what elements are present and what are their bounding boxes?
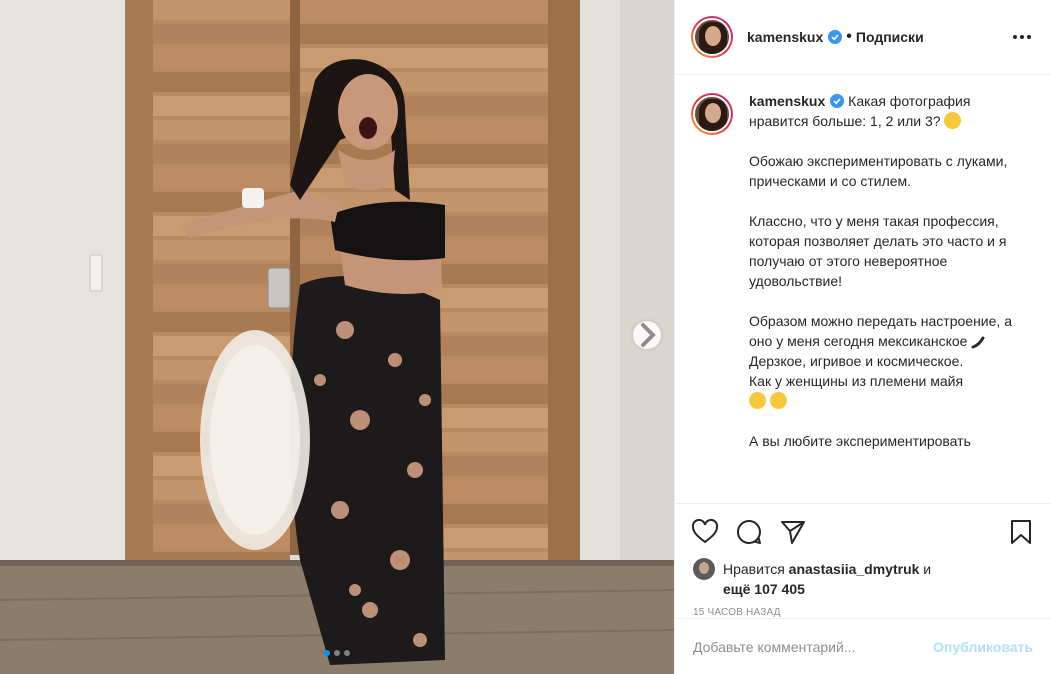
chili-pepper-emoji [971, 334, 985, 351]
liker-avatar[interactable] [693, 558, 715, 580]
likes-and: и [923, 561, 932, 577]
caption-avatar[interactable] [691, 93, 733, 135]
post-image [0, 0, 674, 674]
carousel-indicator [0, 650, 674, 656]
publish-button[interactable]: Опубликовать [933, 639, 1033, 655]
carousel-dot [324, 650, 330, 656]
caption-line: Как у женщины из племени майя [749, 373, 964, 389]
avatar-image [693, 18, 731, 56]
verified-badge-icon [828, 30, 843, 44]
tears-of-joy-emoji [769, 392, 787, 409]
more-options-icon[interactable] [1009, 31, 1035, 43]
caption-username[interactable]: kamenskux [749, 93, 825, 109]
post-timestamp[interactable]: 15 часов назад [675, 599, 1051, 618]
next-photo-button[interactable] [633, 321, 661, 349]
follow-separator: • [846, 28, 852, 45]
liker-username[interactable]: anastasiia_dmytruk [789, 561, 920, 577]
username-text[interactable]: kamenskux [747, 29, 823, 45]
following-button[interactable]: Подписки [856, 29, 924, 45]
post-caption: kamenskux Какая фотография нравится боль… [675, 75, 1051, 503]
carousel-dot [334, 650, 340, 656]
comment-input[interactable] [693, 638, 934, 655]
likes-prefix: Нравится [723, 561, 785, 577]
chevron-right-icon [641, 323, 656, 347]
author-avatar[interactable] [691, 16, 733, 58]
verified-badge-icon [830, 94, 845, 108]
winking-face-emoji [749, 392, 766, 409]
bookmark-icon[interactable] [1007, 518, 1035, 546]
author-username[interactable]: kamenskux [747, 29, 843, 45]
avatar-image [693, 95, 731, 133]
comment-bar: Опубликовать [675, 618, 1051, 674]
likes-more-prefix: ещё [723, 581, 751, 597]
comment-icon[interactable] [735, 518, 763, 546]
caption-paragraph-truncated: А вы любите экспериментировать [749, 433, 971, 449]
heart-icon[interactable] [691, 518, 719, 546]
caption-paragraph: Классно, что у меня такая профессия, кот… [749, 213, 1007, 289]
caption-paragraph: Обожаю экспериментировать с луками, прич… [749, 153, 1008, 189]
carousel-dot [344, 650, 350, 656]
caption-line: Дерзкое, игривое и космическое. [749, 353, 964, 369]
thinking-face-emoji [944, 112, 962, 129]
likes-count-link[interactable]: ещё 107 405 [723, 581, 805, 597]
post-details-panel: kamenskux • Подписки kamenskux Какая фот… [674, 0, 1051, 674]
send-icon[interactable] [779, 518, 807, 546]
likes-count: 107 405 [754, 581, 805, 597]
caption-text: kamenskux Какая фотография нравится боль… [749, 91, 1021, 503]
post-photo[interactable] [0, 0, 674, 674]
post-header: kamenskux • Подписки [675, 0, 1051, 75]
likes-summary: Нравится anastasiia_dmytruk и ещё 107 40… [675, 558, 1051, 599]
post-actions [675, 503, 1051, 559]
